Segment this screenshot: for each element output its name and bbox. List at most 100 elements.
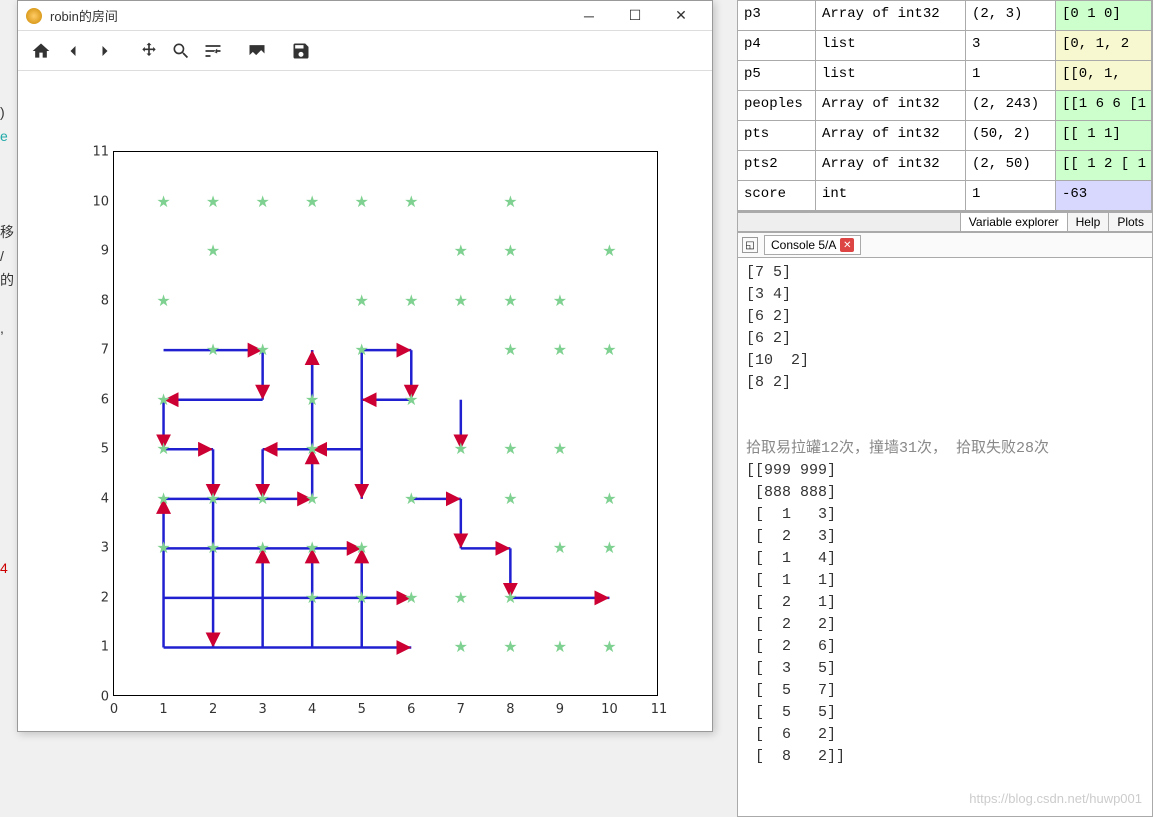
xtick: 5: [358, 702, 366, 717]
star-marker: ★: [156, 489, 170, 509]
ytick: 3: [84, 541, 109, 556]
tab-variable-explorer[interactable]: Variable explorer: [960, 213, 1067, 231]
star-marker: ★: [503, 291, 517, 311]
star-marker: ★: [454, 439, 468, 459]
var-value: [[1 6 6 [1 2 5: [1056, 91, 1152, 120]
star-marker: ★: [404, 489, 418, 509]
star-marker: ★: [255, 340, 269, 360]
star-marker: ★: [206, 340, 220, 360]
star-marker: ★: [206, 489, 220, 509]
variable-row[interactable]: p5 list 1 [[0, 1,: [738, 61, 1152, 91]
close-button[interactable]: ✕: [658, 2, 704, 30]
var-value: [0 1 0]: [1056, 1, 1152, 30]
xtick: 6: [407, 702, 415, 717]
variable-row[interactable]: score int 1 -63: [738, 181, 1152, 211]
star-marker: ★: [454, 588, 468, 608]
var-name: score: [738, 181, 816, 210]
ytick: 10: [84, 194, 109, 209]
star-marker: ★: [553, 538, 567, 558]
forward-icon[interactable]: [90, 36, 120, 66]
var-value: [[ 1 2 [ 1 1: [1056, 151, 1152, 180]
star-marker: ★: [305, 489, 319, 509]
star-marker: ★: [503, 340, 517, 360]
axes: 0123456789101101234567891011★★★★★★★★★★★★…: [113, 151, 658, 696]
variable-row[interactable]: pts Array of int32 (50, 2) [[ 1 1]: [738, 121, 1152, 151]
star-marker: ★: [602, 538, 616, 558]
star-marker: ★: [156, 291, 170, 311]
star-marker: ★: [503, 439, 517, 459]
var-type: Array of int32: [816, 151, 966, 180]
save-icon[interactable]: [286, 36, 316, 66]
variable-row[interactable]: p3 Array of int32 (2, 3) [0 1 0]: [738, 1, 1152, 31]
console-tab[interactable]: Console 5/A ✕: [764, 235, 861, 255]
close-tab-icon[interactable]: ✕: [840, 238, 854, 252]
variable-row[interactable]: peoples Array of int32 (2, 243) [[1 6 6 …: [738, 91, 1152, 121]
ytick: 5: [84, 442, 109, 457]
var-type: Array of int32: [816, 1, 966, 30]
console-output[interactable]: [7 5] [3 4] [6 2] [6 2] [10 2] [8 2] 拾取易…: [738, 258, 1152, 816]
console-tab-label: Console 5/A: [771, 238, 836, 252]
star-marker: ★: [305, 439, 319, 459]
plot-canvas[interactable]: 0123456789101101234567891011★★★★★★★★★★★★…: [18, 71, 712, 731]
edit-icon[interactable]: [242, 36, 272, 66]
tab-plots[interactable]: Plots: [1108, 213, 1152, 231]
xtick: 0: [110, 702, 118, 717]
star-marker: ★: [156, 538, 170, 558]
home-icon[interactable]: [26, 36, 56, 66]
var-size: (2, 3): [966, 1, 1056, 30]
xtick: 7: [457, 702, 465, 717]
star-marker: ★: [454, 637, 468, 657]
star-marker: ★: [156, 390, 170, 410]
var-value: [[ 1 1]: [1056, 121, 1152, 150]
ytick: 6: [84, 392, 109, 407]
star-marker: ★: [503, 489, 517, 509]
var-size: (2, 243): [966, 91, 1056, 120]
star-marker: ★: [454, 291, 468, 311]
star-marker: ★: [305, 390, 319, 410]
star-marker: ★: [255, 538, 269, 558]
xtick: 4: [308, 702, 316, 717]
xtick: 11: [651, 702, 668, 717]
star-marker: ★: [404, 588, 418, 608]
var-type: Array of int32: [816, 91, 966, 120]
star-marker: ★: [255, 489, 269, 509]
variable-explorer-table[interactable]: p3 Array of int32 (2, 3) [0 1 0]p4 list …: [737, 0, 1153, 212]
star-marker: ★: [206, 192, 220, 212]
star-marker: ★: [404, 192, 418, 212]
back-icon[interactable]: [58, 36, 88, 66]
console-panel: ◱ Console 5/A ✕ [7 5] [3 4] [6 2] [6 2] …: [737, 232, 1153, 817]
star-marker: ★: [355, 588, 369, 608]
var-value: [[0, 1,: [1056, 61, 1152, 90]
star-marker: ★: [602, 489, 616, 509]
star-marker: ★: [454, 241, 468, 261]
variable-row[interactable]: pts2 Array of int32 (2, 50) [[ 1 2 [ 1 1: [738, 151, 1152, 181]
var-name: pts: [738, 121, 816, 150]
star-marker: ★: [206, 538, 220, 558]
star-marker: ★: [305, 538, 319, 558]
var-name: p4: [738, 31, 816, 60]
pan-icon[interactable]: [134, 36, 164, 66]
var-size: 3: [966, 31, 1056, 60]
star-marker: ★: [355, 291, 369, 311]
minimize-button[interactable]: ─: [566, 2, 612, 30]
titlebar[interactable]: robin的房间 ─ ☐ ✕: [18, 1, 712, 31]
star-marker: ★: [305, 192, 319, 212]
configure-icon[interactable]: [198, 36, 228, 66]
watermark: https://blog.csdn.net/huwp001: [969, 788, 1142, 810]
maximize-button[interactable]: ☐: [612, 2, 658, 30]
xtick: 2: [209, 702, 217, 717]
variable-row[interactable]: p4 list 3 [0, 1, 2: [738, 31, 1152, 61]
zoom-icon[interactable]: [166, 36, 196, 66]
star-marker: ★: [404, 390, 418, 410]
star-marker: ★: [602, 637, 616, 657]
app-icon: [26, 8, 42, 24]
mpl-toolbar: [18, 31, 712, 71]
var-value: [0, 1, 2: [1056, 31, 1152, 60]
star-marker: ★: [255, 192, 269, 212]
var-size: 1: [966, 181, 1056, 210]
ytick: 7: [84, 343, 109, 358]
tab-help[interactable]: Help: [1067, 213, 1109, 231]
popout-icon[interactable]: ◱: [742, 237, 758, 253]
var-name: p5: [738, 61, 816, 90]
ytick: 9: [84, 244, 109, 259]
